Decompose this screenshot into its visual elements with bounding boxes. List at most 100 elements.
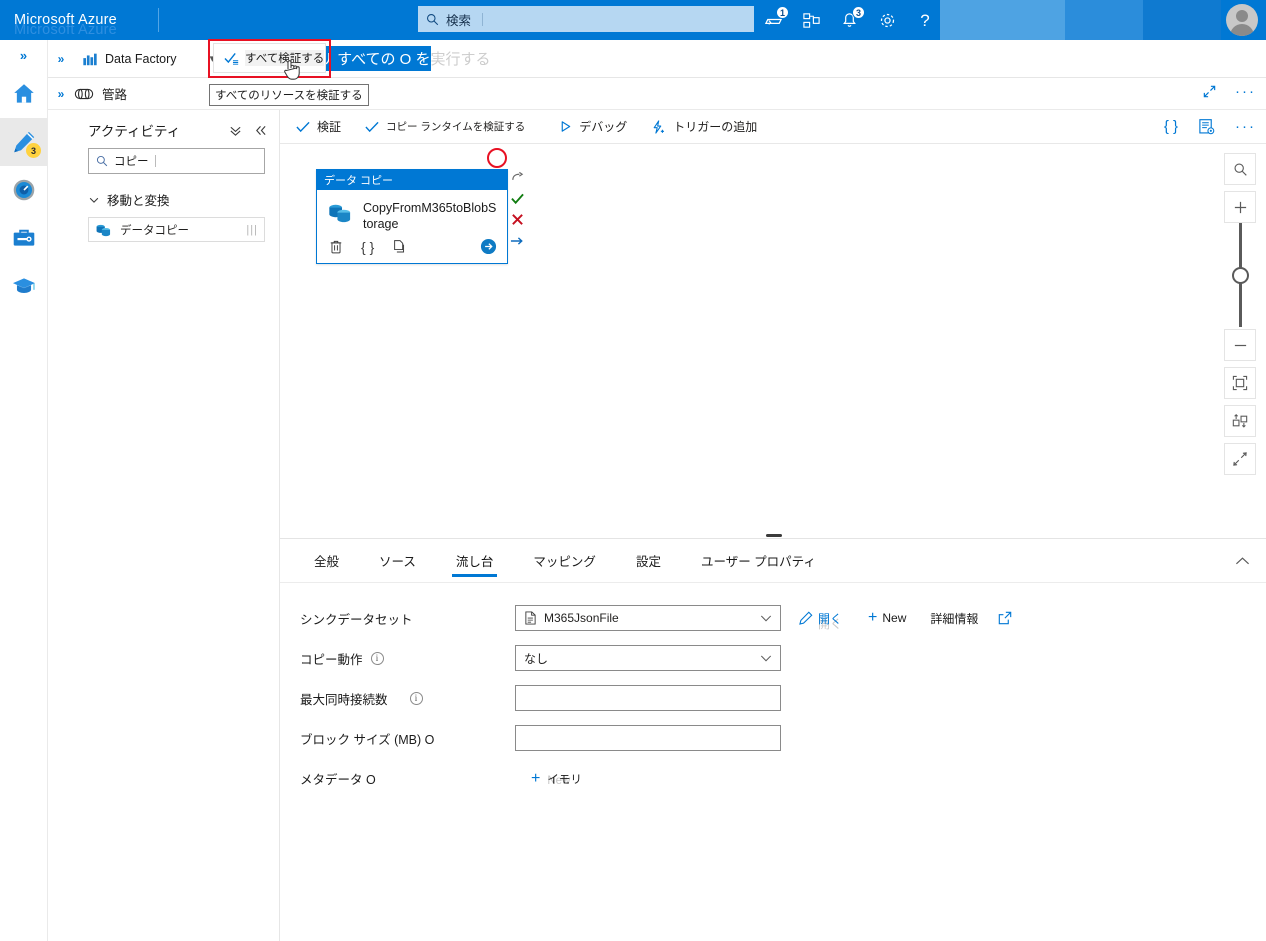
panel-splitter-handle[interactable] [766,534,782,537]
obscured-title-rest: 実行する [430,50,491,68]
tab-sink[interactable]: 流し台 [436,539,514,583]
data-factory-selector[interactable]: Data Factory ▾ [74,45,223,73]
more-ellipsis-icon[interactable]: ··· [1235,84,1256,99]
zoom-search-icon[interactable] [1224,153,1256,185]
check-icon [365,121,379,133]
toolbar-expand-icon[interactable]: » [48,52,74,66]
on-completion-port-icon[interactable] [508,230,526,251]
curly-braces-icon[interactable]: { } [1164,118,1178,135]
validate-button[interactable]: 検証 [296,118,341,135]
auto-align-icon[interactable] [1224,405,1256,437]
metadata-new-label: イモリ [547,773,582,786]
user-avatar[interactable] [1226,4,1258,36]
tab-settings[interactable]: 設定 [616,539,681,583]
expand-diagonal-icon[interactable] [1202,84,1217,99]
field-metadata-label-wrap: メタデータ O [300,769,515,788]
tab-general[interactable]: 全般 [294,539,359,583]
more-ellipsis-icon[interactable]: ··· [1235,119,1256,134]
zoom-in-icon[interactable] [1224,191,1256,223]
zoom-slider-thumb[interactable] [1232,267,1249,284]
tab-mapping-label: マッピング [533,555,596,569]
code-braces-icon[interactable]: { } [361,239,374,255]
azure-logo[interactable]: Microsoft Azure Microsoft Azure [0,12,150,38]
copy-data-icon [327,200,353,224]
debug-button[interactable]: デバッグ [559,118,627,135]
plus-icon: + [531,769,541,787]
activities-search-input[interactable]: コピー [88,148,265,174]
tab-user-properties[interactable]: ユーザー プロパティ [681,539,836,583]
toolbox-manage-icon [11,225,37,251]
zoom-to-fit-icon[interactable] [1224,367,1256,399]
properties-panel-icon[interactable] [1198,118,1215,135]
avatar-body [1230,24,1254,36]
max-concurrent-connections-input[interactable] [515,685,781,711]
info-icon[interactable]: i [409,691,423,705]
settings-gear-icon[interactable] [876,9,898,31]
run-arrow-icon[interactable] [480,238,497,255]
validate-all-tooltip: すべてのリソースを検証する [209,84,369,106]
canvas-activity-node[interactable]: データ コピー CopyFromM365toBlobStorage { } [316,169,508,264]
metadata-new-button[interactable]: + New イモリ [531,769,582,787]
field-max-concurrent-label: 最大同時接続数 [300,692,388,707]
cloud-shell-icon[interactable]: 1 [762,6,789,31]
field-sink-dataset-label: シンクデータセット [300,612,413,627]
delete-icon[interactable] [329,239,343,254]
directories-subscriptions-icon[interactable] [800,9,822,31]
azure-data-factory-window: Microsoft Azure Microsoft Azure 検索 1 3 ?… [0,0,1266,941]
open-dataset-label: 開く [818,611,843,626]
tab-source[interactable]: ソース [359,539,436,583]
field-copy-behavior-label: コピー動作 [300,652,363,667]
rail-item-home[interactable] [0,70,47,118]
rail-item-monitor[interactable] [0,166,47,214]
on-success-port-icon[interactable] [508,188,526,209]
open-in-new-icon[interactable] [998,611,1012,625]
copy-behavior-dropdown[interactable]: なし [515,645,781,671]
red-circle-annotation [487,148,507,168]
tab-general-label: 全般 [314,555,340,569]
rail-item-manage[interactable] [0,214,47,262]
field-copy-behavior-label-wrap: コピー動作 i [300,649,515,668]
cloud-shell-badge: 1 [775,6,789,19]
info-icon[interactable]: i [370,651,384,665]
field-sink-dataset: シンクデータセット M365JsonFile 開く 開く + New 詳細情報 [300,601,1266,635]
on-skip-port-icon[interactable] [508,167,526,188]
validate-all-button[interactable]: すべて検証する [213,43,326,73]
node-actions: { } [317,234,507,263]
drag-grip-icon[interactable]: ||| [246,224,258,236]
copy-behavior-value: なし [524,651,549,666]
chevron-double-left-icon[interactable] [254,124,267,137]
pipeline-panel-expand-icon[interactable]: » [48,87,74,101]
node-body: CopyFromM365toBlobStorage [317,190,507,234]
rail-item-author[interactable]: 3 [0,118,47,166]
check-icon [296,121,310,133]
open-dataset-button[interactable]: 開く 開く [799,610,843,631]
validate-button-label: 検証 [317,120,342,134]
breadcrumb[interactable]: 管路 [74,84,127,103]
chevron-double-down-icon[interactable] [229,124,242,137]
on-failure-port-icon[interactable] [508,209,526,230]
rail-expand-icon[interactable]: » [0,40,47,70]
new-dataset-button[interactable]: + New [868,610,906,626]
help-question-icon[interactable]: ? [914,9,936,31]
dataset-details-button[interactable]: 詳細情報 [930,610,978,627]
pipeline-canvas: 検証 コピー ランタイムを検証する デバッグ トリガーの追加 {} ··· デ… [280,110,1266,531]
chevron-up-icon[interactable] [1235,556,1250,566]
activities-header-controls [229,124,267,137]
sink-dataset-dropdown[interactable]: M365JsonFile [515,605,781,631]
activity-item-copy-data[interactable]: データコピー ||| [88,217,265,242]
monitor-gauge-icon [11,177,37,203]
validate-copy-runtime-button[interactable]: コピー ランタイムを検証する [365,119,525,134]
add-trigger-button[interactable]: トリガーの追加 [651,118,757,135]
tab-sink-label: 流し台 [455,555,494,569]
clone-icon[interactable] [392,239,406,254]
zoom-slider[interactable] [1224,223,1256,327]
activity-group-move-transform[interactable]: 移動と変換 [88,190,279,209]
global-search-input[interactable]: 検索 [418,6,754,32]
field-metadata: メタデータ O + New イモリ [300,769,1266,788]
collapse-arrows-icon[interactable] [1224,443,1256,475]
zoom-out-icon[interactable] [1224,329,1256,361]
tab-mapping[interactable]: マッピング [513,539,616,583]
notifications-bell-icon[interactable]: 3 [838,6,865,31]
block-size-input[interactable] [515,725,781,751]
rail-item-learning-center[interactable] [0,262,47,310]
